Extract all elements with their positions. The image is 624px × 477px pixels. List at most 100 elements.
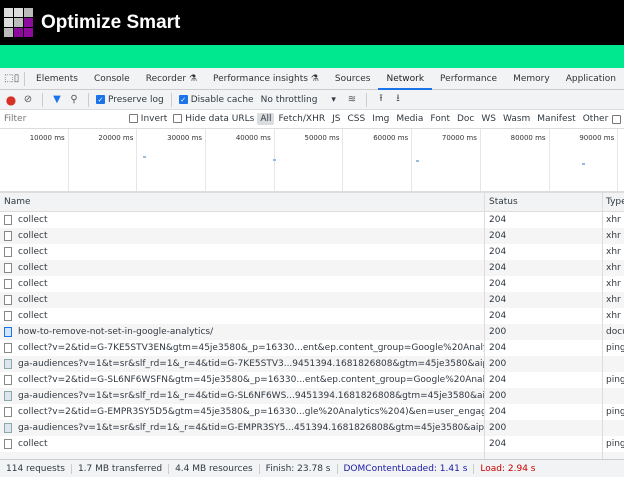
- logo-square: [14, 18, 23, 27]
- request-row[interactable]: collect 204 xhr: [0, 212, 624, 228]
- filter-type-wasm[interactable]: Wasm: [500, 113, 533, 125]
- clear-icon[interactable]: ⊘: [21, 94, 35, 105]
- request-type: xhr: [606, 215, 621, 225]
- tab-application[interactable]: Application: [558, 68, 624, 90]
- request-type: ping: [606, 375, 624, 385]
- filter-type-manifest[interactable]: Manifest: [534, 113, 578, 125]
- logo-square: [24, 28, 33, 37]
- request-row[interactable]: collect 204 xhr: [0, 308, 624, 324]
- filter-type-media[interactable]: Media: [393, 113, 426, 125]
- request-name: collect?v=2&tid=G-EMPR3SY5D5&gtm=45je358…: [18, 407, 485, 417]
- devtools-tabs: ⬚ ▯ Elements Console Recorder ⚗ Performance…: [0, 68, 624, 90]
- request-row[interactable]: collect?v=2&tid=G-SL6NF6WSFN&gtm=45je358…: [0, 372, 624, 388]
- filter-type-other[interactable]: Other: [580, 113, 612, 125]
- request-name: collect: [18, 279, 48, 289]
- timeline-tick: 30000 ms: [137, 129, 207, 191]
- request-name: ga-audiences?v=1&t=sr&slf_rd=1&_r=4&tid=…: [18, 423, 485, 433]
- record-icon[interactable]: ●: [4, 93, 18, 107]
- request-row[interactable]: collect 204 xhr: [0, 244, 624, 260]
- tab-console[interactable]: Console: [86, 68, 138, 90]
- logo-square: [4, 28, 13, 37]
- request-status: 200: [485, 324, 603, 340]
- file-icon: [4, 231, 12, 241]
- finish-time: Finish: 23.78 s: [260, 463, 338, 474]
- request-name: collect: [18, 247, 48, 257]
- request-row[interactable]: ga-audiences?v=1&t=sr&slf_rd=1&_r=4&tid=…: [0, 420, 624, 436]
- inspect-element-icon[interactable]: ⬚: [4, 73, 13, 84]
- throttling-select[interactable]: No throttling ▾: [261, 95, 336, 105]
- disable-cache-checkbox[interactable]: ✓ Disable cache: [178, 94, 254, 105]
- network-conditions-icon[interactable]: ≋: [345, 94, 359, 105]
- request-row[interactable]: collect 204 xhr: [0, 260, 624, 276]
- request-row[interactable]: ga-audiences?v=1&t=sr&slf_rd=1&_r=4&tid=…: [0, 388, 624, 404]
- timeline-tick: 10000 ms: [0, 129, 69, 191]
- file-icon: [4, 375, 12, 385]
- column-status[interactable]: Status: [485, 193, 603, 211]
- request-row[interactable]: collect 204 xhr: [0, 228, 624, 244]
- request-row[interactable]: collect 204 ping: [0, 436, 624, 452]
- logo-square: [14, 28, 23, 37]
- image-icon: [4, 391, 12, 401]
- filter-type-doc[interactable]: Doc: [454, 113, 477, 125]
- tab-elements[interactable]: Elements: [28, 68, 86, 90]
- status-bar: 114 requests 1.7 MB transferred 4.4 MB r…: [0, 459, 624, 477]
- device-toolbar-icon[interactable]: ▯: [13, 73, 20, 84]
- request-type: xhr: [606, 231, 621, 241]
- request-status: 204: [485, 276, 603, 292]
- more-filters-checkbox[interactable]: [612, 114, 621, 124]
- tab-performance[interactable]: Performance: [432, 68, 505, 90]
- request-type: [603, 356, 624, 372]
- request-row[interactable]: collect 204 xhr: [0, 276, 624, 292]
- request-row[interactable]: collect?v=2&tid=G-EMPR3SY5D5&gtm=45je358…: [0, 404, 624, 420]
- tab-recorder[interactable]: Recorder ⚗: [138, 68, 205, 90]
- request-type: ping: [606, 407, 624, 417]
- column-type[interactable]: Type: [603, 193, 624, 211]
- import-har-icon[interactable]: ⭱: [374, 91, 388, 108]
- request-status: 204: [485, 372, 603, 388]
- tab-performance-insights[interactable]: Performance insights ⚗: [205, 68, 327, 90]
- file-icon: [4, 343, 12, 353]
- filter-bar: Invert Hide data URLs AllFetch/XHRJSCSSI…: [0, 110, 624, 129]
- hide-data-urls-checkbox[interactable]: Hide data URLs: [173, 114, 254, 124]
- filter-input[interactable]: [0, 110, 125, 128]
- export-har-icon[interactable]: ⭳: [391, 91, 405, 108]
- filter-type-fetch-xhr[interactable]: Fetch/XHR: [275, 113, 328, 125]
- logo-square: [4, 18, 13, 27]
- resources-size: 4.4 MB resources: [169, 463, 260, 474]
- request-type: xhr: [606, 247, 621, 257]
- filter-type-all[interactable]: All: [257, 113, 275, 125]
- tab-sources[interactable]: Sources: [327, 68, 379, 90]
- request-type: [603, 420, 624, 436]
- network-toolbar: ● ⊘ ▼ ⚲ ✓ Preserve log ✓ Disable cache No …: [0, 90, 624, 110]
- filter-icon[interactable]: ▼: [50, 94, 64, 105]
- tab-network[interactable]: Network: [378, 68, 433, 90]
- logo-square: [4, 8, 13, 17]
- request-status: 204: [485, 404, 603, 420]
- timeline-request-mark: [416, 160, 419, 162]
- filter-type-css[interactable]: CSS: [344, 113, 368, 125]
- request-status: 204: [485, 244, 603, 260]
- column-name[interactable]: Name: [0, 193, 485, 211]
- request-status: 200: [485, 420, 603, 436]
- search-icon[interactable]: ⚲: [67, 94, 81, 105]
- filter-type-js[interactable]: JS: [329, 113, 343, 125]
- filter-type-img[interactable]: Img: [369, 113, 392, 125]
- request-name: collect: [18, 263, 48, 273]
- request-type: ping: [606, 343, 624, 353]
- filter-type-font[interactable]: Font: [427, 113, 453, 125]
- invert-checkbox[interactable]: Invert: [128, 114, 167, 124]
- request-row[interactable]: ga-audiences?v=1&t=sr&slf_rd=1&_r=4&tid=…: [0, 356, 624, 372]
- request-name: collect: [18, 231, 48, 241]
- request-name: ga-audiences?v=1&t=sr&slf_rd=1&_r=4&tid=…: [18, 391, 485, 401]
- filter-type-ws[interactable]: WS: [478, 113, 499, 125]
- network-overview-timeline[interactable]: 10000 ms 20000 ms 30000 ms 40000 ms 50000 ms…: [0, 129, 624, 193]
- tab-memory[interactable]: Memory: [505, 68, 558, 90]
- file-icon: [4, 295, 12, 305]
- request-row[interactable]: how-to-remove-not-set-in-google-analytic…: [0, 324, 624, 340]
- chevron-down-icon: ▾: [331, 94, 336, 105]
- request-status: 204: [485, 260, 603, 276]
- preserve-log-checkbox[interactable]: ✓ Preserve log: [96, 94, 164, 105]
- transferred-size: 1.7 MB transferred: [72, 463, 170, 474]
- request-row[interactable]: collect?v=2&tid=G-7KE5STV3EN&gtm=45je358…: [0, 340, 624, 356]
- request-row[interactable]: collect 204 xhr: [0, 292, 624, 308]
